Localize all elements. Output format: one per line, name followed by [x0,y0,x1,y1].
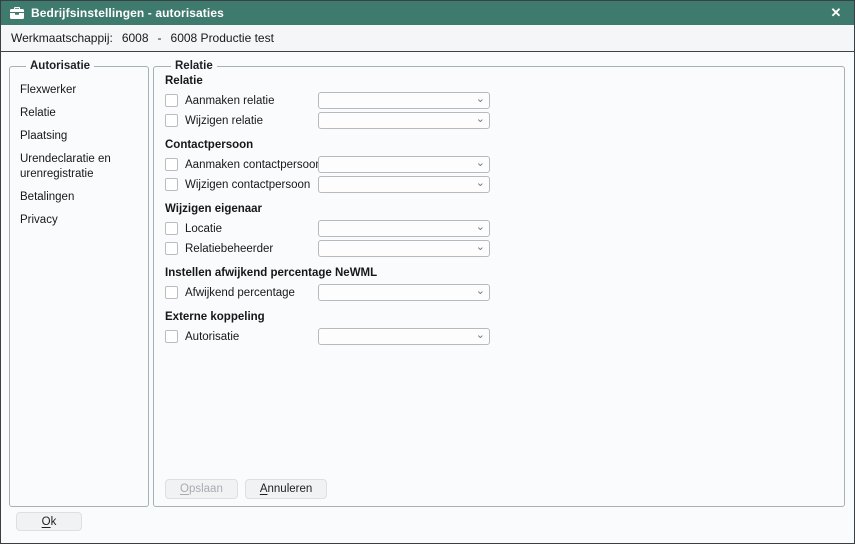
section-header: Contactpersoon [165,139,844,151]
werkmaatschappij-label: Werkmaatschappij: [11,31,113,45]
chevron-down-icon: ⌄ [476,330,485,340]
dialog-bedrijfsinstellingen: Bedrijfsinstellingen - autorisaties ✕ We… [0,0,855,544]
section-externe-koppeling: Externe koppeling Autorisatie ⌄ [165,311,844,346]
action-buttons: Opslaan Annuleren [165,479,327,499]
sidebar-item-flexwerker[interactable]: Flexwerker [20,83,142,98]
section-wijzigen-eigenaar: Wijzigen eigenaar Locatie ⌄ Relatiebehee… [165,203,844,258]
section-header: Instellen afwijkend percentage NeWML [165,267,844,279]
dropdown-aanmaken-relatie[interactable]: ⌄ [318,92,490,109]
checkbox-row: Relatiebeheerder ⌄ [165,239,844,258]
save-button[interactable]: Opslaan [165,479,238,499]
werkmaatschappij-code: 6008 [122,31,149,45]
werkmaatschappij-name: 6008 Productie test [171,31,274,45]
row-label: Afwijkend percentage [185,287,295,299]
row-label: Autorisatie [185,331,239,343]
chevron-down-icon: ⌄ [476,178,485,188]
row-label: Locatie [185,223,222,235]
dropdown-aanmaken-contactpersoon[interactable]: ⌄ [318,156,490,173]
checkbox-row: Wijzigen relatie ⌄ [165,111,844,130]
autorisatie-group: Autorisatie Flexwerker Relatie Plaatsing… [9,60,149,507]
chevron-down-icon: ⌄ [476,222,485,232]
checkbox-wijzigen-relatie[interactable] [165,114,178,127]
checkbox-row: Aanmaken relatie ⌄ [165,91,844,110]
dropdown-wijzigen-contactpersoon[interactable]: ⌄ [318,176,490,193]
dropdown-wijzigen-relatie[interactable]: ⌄ [318,112,490,129]
chevron-down-icon: ⌄ [476,286,485,296]
sidebar-item-betalingen[interactable]: Betalingen [20,190,142,205]
close-icon[interactable]: ✕ [827,4,845,22]
row-label: Aanmaken relatie [185,95,275,107]
checkbox-aanmaken-contactpersoon[interactable] [165,158,178,171]
checkbox-locatie[interactable] [165,222,178,235]
relatie-panel: Relatie Relatie Aanmaken relatie ⌄ Wijzi… [153,60,845,507]
autorisatie-legend: Autorisatie [26,60,94,72]
dropdown-relatiebeheerder[interactable]: ⌄ [318,240,490,257]
checkbox-row: Aanmaken contactpersoon ⌄ [165,155,844,174]
sidebar-item-privacy[interactable]: Privacy [20,213,142,228]
section-header: Wijzigen eigenaar [165,203,844,215]
ok-button[interactable]: Ok [16,512,82,531]
row-label: Relatiebeheerder [185,243,273,255]
section-newml: Instellen afwijkend percentage NeWML Afw… [165,267,844,302]
row-label: Wijzigen relatie [185,115,263,127]
checkbox-afwijkend-percentage[interactable] [165,286,178,299]
row-label: Wijzigen contactpersoon [185,179,310,191]
werkmaatschappij-separator: - [158,31,162,45]
sidebar-item-urendeclaratie[interactable]: Urendeclaratie en urenregistratie [20,152,142,182]
window-title: Bedrijfsinstellingen - autorisaties [31,6,224,20]
section-header: Externe koppeling [165,311,844,323]
checkbox-row: Wijzigen contactpersoon ⌄ [165,175,844,194]
section-contactpersoon: Contactpersoon Aanmaken contactpersoon ⌄… [165,139,844,194]
dropdown-autorisatie[interactable]: ⌄ [318,328,490,345]
briefcase-icon [10,7,24,19]
checkbox-row: Autorisatie ⌄ [165,327,844,346]
chevron-down-icon: ⌄ [476,158,485,168]
checkbox-row: Afwijkend percentage ⌄ [165,283,844,302]
dropdown-afwijkend-percentage[interactable]: ⌄ [318,284,490,301]
section-header: Relatie [165,75,844,87]
row-label: Aanmaken contactpersoon [185,159,322,171]
checkbox-relatiebeheerder[interactable] [165,242,178,255]
section-relatie: Relatie Aanmaken relatie ⌄ Wijzigen rela… [165,75,844,130]
chevron-down-icon: ⌄ [476,114,485,124]
chevron-down-icon: ⌄ [476,242,485,252]
dialog-content: Autorisatie Flexwerker Relatie Plaatsing… [1,52,854,543]
title-bar: Bedrijfsinstellingen - autorisaties ✕ [1,1,854,25]
checkbox-autorisatie[interactable] [165,330,178,343]
cancel-button[interactable]: Annuleren [245,479,327,499]
chevron-down-icon: ⌄ [476,94,485,104]
dropdown-locatie[interactable]: ⌄ [318,220,490,237]
sidebar-item-relatie[interactable]: Relatie [20,106,142,121]
relatie-legend: Relatie [171,60,217,72]
sidebar-item-plaatsing[interactable]: Plaatsing [20,129,142,144]
werkmaatschappij-bar: Werkmaatschappij: 6008 - 6008 Productie … [1,25,854,52]
checkbox-aanmaken-relatie[interactable] [165,94,178,107]
checkbox-wijzigen-contactpersoon[interactable] [165,178,178,191]
checkbox-row: Locatie ⌄ [165,219,844,238]
